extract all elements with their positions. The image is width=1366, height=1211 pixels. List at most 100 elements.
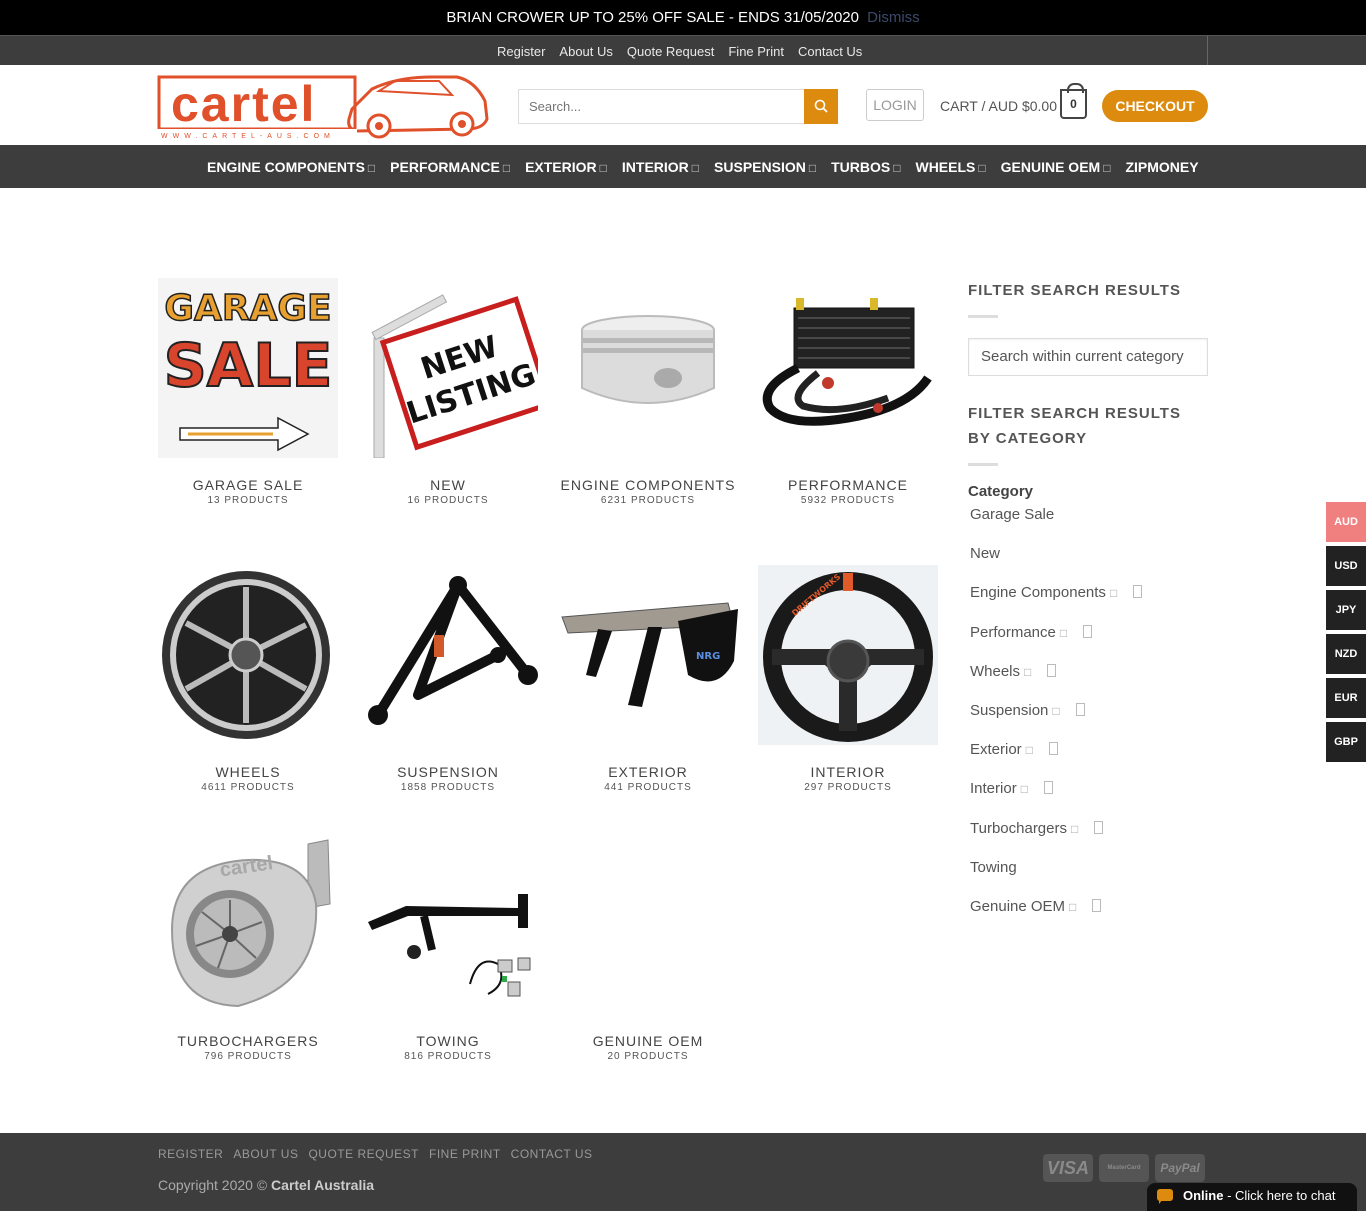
filter-item-exterior[interactable]: Exterior □ xyxy=(968,740,1208,779)
currency-usd[interactable]: USD xyxy=(1326,546,1366,586)
filter-item-suspension[interactable]: Suspension □ xyxy=(968,701,1208,740)
category-name[interactable]: NEW xyxy=(358,476,538,494)
checkout-button[interactable]: CHECKOUT xyxy=(1102,90,1208,122)
expand-icon[interactable]: □ xyxy=(1071,822,1078,836)
category-name[interactable]: ENGINE COMPONENTS xyxy=(558,476,738,494)
topnav-contact-us[interactable]: Contact Us xyxy=(798,44,862,59)
new-listing-image[interactable]: NEW LISTING xyxy=(358,278,538,458)
filter-item-performance[interactable]: Performance □ xyxy=(968,623,1208,662)
category-card-new[interactable]: NEW LISTING NEW 16 PRODUCTS xyxy=(358,278,538,506)
expand-icon[interactable]: □ xyxy=(1110,586,1117,600)
copyright: Copyright 2020 © Cartel Australia xyxy=(158,1177,375,1193)
filter-item-engine-components[interactable]: Engine Components □ xyxy=(968,583,1208,622)
topnav-fine-print[interactable]: Fine Print xyxy=(728,44,784,59)
login-button[interactable]: LOGIN xyxy=(866,89,924,121)
nav-performance[interactable]: PERFORMANCE □ xyxy=(390,159,510,175)
tow-bar-image[interactable] xyxy=(358,834,538,1014)
category-card-engine-components[interactable]: ENGINE COMPONENTS 6231 PRODUCTS xyxy=(558,278,738,506)
footer-about-us[interactable]: ABOUT US xyxy=(233,1147,298,1161)
turbo-image[interactable]: cartel xyxy=(158,834,338,1014)
category-name[interactable]: TOWING xyxy=(358,1032,538,1050)
nav-exterior[interactable]: EXTERIOR □ xyxy=(525,159,607,175)
expand-icon[interactable]: □ xyxy=(1021,782,1028,796)
nav-interior[interactable]: INTERIOR □ xyxy=(622,159,699,175)
nav-turbos[interactable]: TURBOS □ xyxy=(831,159,900,175)
expand-icon[interactable]: □ xyxy=(1069,900,1076,914)
currency-eur[interactable]: EUR xyxy=(1326,678,1366,718)
category-card-garage-sale[interactable]: GARAGE SALE GARAGE SALE 13 PRODUCTS xyxy=(158,278,338,506)
rear-wing-image[interactable]: NRG xyxy=(558,565,738,745)
oil-cooler-image[interactable] xyxy=(758,278,938,458)
currency-jpy[interactable]: JPY xyxy=(1326,590,1366,630)
category-name[interactable]: WHEELS xyxy=(158,763,338,781)
filter-item-new[interactable]: New xyxy=(968,544,1208,583)
footer-quote-request[interactable]: QUOTE REQUEST xyxy=(308,1147,419,1161)
category-card-suspension[interactable]: SUSPENSION 1858 PRODUCTS xyxy=(358,565,538,793)
category-name[interactable]: INTERIOR xyxy=(758,763,938,781)
category-name[interactable]: SUSPENSION xyxy=(358,763,538,781)
category-card-wheels[interactable]: WHEELS 4611 PRODUCTS xyxy=(158,565,338,793)
filter-item-wheels[interactable]: Wheels □ xyxy=(968,662,1208,701)
filter-item-turbochargers[interactable]: Turbochargers □ xyxy=(968,819,1208,858)
checkbox-icon[interactable] xyxy=(1047,663,1057,677)
category-card-interior[interactable]: DRIFTWORKS INTERIOR 297 PRODUCTS xyxy=(758,565,938,793)
footer-contact-us[interactable]: CONTACT US xyxy=(511,1147,593,1161)
category-name[interactable]: TURBOCHARGERS xyxy=(158,1032,338,1050)
expand-icon[interactable]: □ xyxy=(1060,626,1067,640)
filter-item-towing[interactable]: Towing xyxy=(968,858,1208,897)
checkbox-icon[interactable] xyxy=(1092,898,1102,912)
category-card-exterior[interactable]: NRG EXTERIOR 441 PRODUCTS xyxy=(558,565,738,793)
category-name[interactable]: EXTERIOR xyxy=(558,763,738,781)
checkbox-icon[interactable] xyxy=(1048,742,1058,756)
checkbox-icon[interactable] xyxy=(1094,820,1104,834)
footer-register[interactable]: REGISTER xyxy=(158,1147,223,1161)
currency-aud[interactable]: AUD xyxy=(1326,502,1366,542)
topnav-about-us[interactable]: About Us xyxy=(559,44,612,59)
nav-genuine-oem[interactable]: GENUINE OEM □ xyxy=(1001,159,1111,175)
category-card-genuine-oem[interactable]: GENUINE OEM 20 PRODUCTS xyxy=(558,834,738,1062)
suspension-arm-image[interactable] xyxy=(358,565,538,745)
paypal-icon: PayPal xyxy=(1155,1154,1205,1182)
nav-wheels[interactable]: WHEELS □ xyxy=(915,159,985,175)
search-input[interactable] xyxy=(519,90,803,123)
footer-fine-print[interactable]: FINE PRINT xyxy=(429,1147,501,1161)
topnav-quote-request[interactable]: Quote Request xyxy=(627,44,714,59)
expand-icon[interactable]: □ xyxy=(1026,743,1033,757)
category-name[interactable]: GENUINE OEM xyxy=(558,1032,738,1050)
nav-suspension[interactable]: SUSPENSION □ xyxy=(714,159,816,175)
expand-icon[interactable]: □ xyxy=(1052,704,1059,718)
filter-item-genuine-oem[interactable]: Genuine OEM □ xyxy=(968,897,1208,936)
promo-bar: BRIAN CROWER UP TO 25% OFF SALE - ENDS 3… xyxy=(0,0,1366,35)
category-search-input[interactable]: Search within current category xyxy=(968,338,1208,376)
checkbox-icon[interactable] xyxy=(1083,624,1093,638)
cart-count-icon[interactable]: 0 xyxy=(1060,83,1087,119)
category-card-turbochargers[interactable]: cartel TURBOCHARGERS 796 PRODUCTS xyxy=(158,834,338,1062)
svg-text:NRG: NRG xyxy=(696,651,720,662)
cartel-logo[interactable]: cartel WWW.CARTEL-AUS.COM xyxy=(157,71,489,141)
steering-wheel-image[interactable]: DRIFTWORKS xyxy=(758,565,938,745)
cart-link[interactable]: CART / AUD $0.00 xyxy=(940,98,1057,114)
category-count: 16 PRODUCTS xyxy=(407,495,489,506)
category-name[interactable]: GARAGE SALE xyxy=(158,476,338,494)
currency-nzd[interactable]: NZD xyxy=(1326,634,1366,674)
piston-image[interactable] xyxy=(558,278,738,458)
filter-item-interior[interactable]: Interior □ xyxy=(968,779,1208,818)
currency-gbp[interactable]: GBP xyxy=(1326,722,1366,762)
checkbox-icon[interactable] xyxy=(1075,702,1085,716)
expand-icon[interactable]: □ xyxy=(1024,665,1031,679)
category-name[interactable]: PERFORMANCE xyxy=(758,476,938,494)
wheel-image[interactable] xyxy=(158,565,338,745)
filter-item-garage-sale[interactable]: Garage Sale xyxy=(968,505,1208,544)
nav-zipmoney[interactable]: ZIPMONEY xyxy=(1125,159,1198,175)
checkbox-icon[interactable] xyxy=(1043,781,1053,795)
category-card-towing[interactable]: TOWING 816 PRODUCTS xyxy=(358,834,538,1062)
dismiss-link[interactable]: Dismiss xyxy=(867,9,920,26)
topnav-register[interactable]: Register xyxy=(497,44,545,59)
genuine-oem-image[interactable] xyxy=(558,834,738,1014)
nav-engine-components[interactable]: ENGINE COMPONENTS □ xyxy=(207,159,375,175)
checkbox-icon[interactable] xyxy=(1133,585,1143,599)
category-card-performance[interactable]: PERFORMANCE 5932 PRODUCTS xyxy=(758,278,938,506)
garage-sale-image[interactable]: GARAGE SALE xyxy=(158,278,338,458)
chat-widget[interactable]: Online - Click here to chat xyxy=(1147,1183,1357,1211)
search-button[interactable] xyxy=(804,89,838,124)
